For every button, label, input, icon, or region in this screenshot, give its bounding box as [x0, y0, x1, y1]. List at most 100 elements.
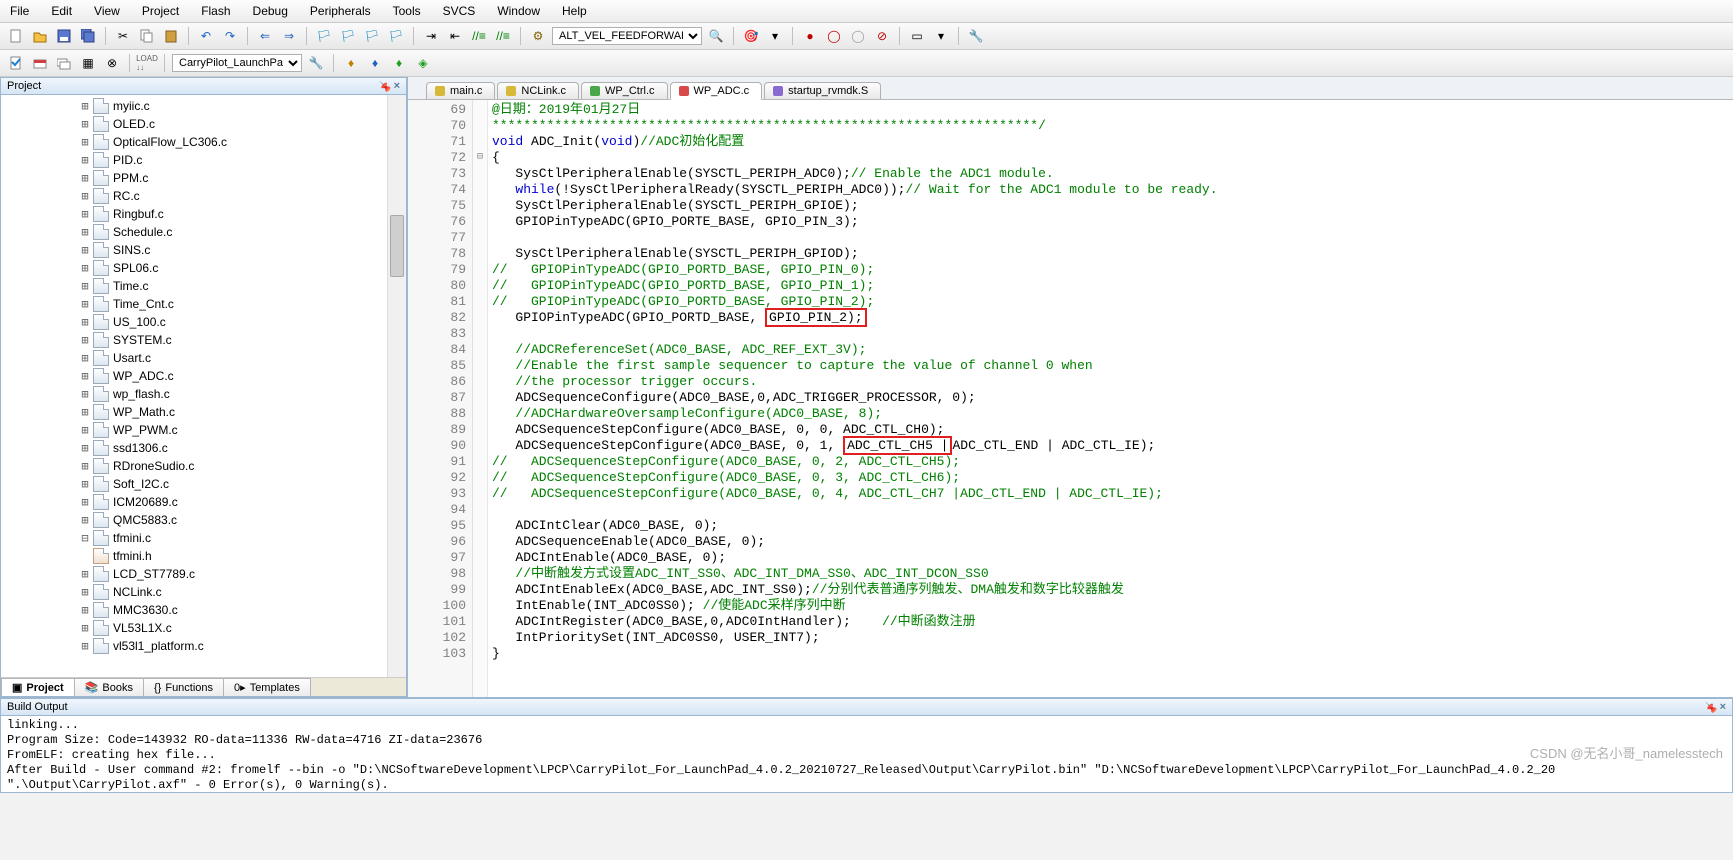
- code-line[interactable]: ADCSequenceStepConfigure(ADC0_BASE, 0, 1…: [492, 438, 1733, 454]
- expand-icon[interactable]: ⊞: [79, 567, 91, 581]
- expand-icon[interactable]: ⊞: [79, 477, 91, 491]
- window-dropdown-icon[interactable]: ▾: [931, 26, 951, 46]
- code-line[interactable]: // ADCSequenceStepConfigure(ADC0_BASE, 0…: [492, 470, 1733, 486]
- code-line[interactable]: ADCSequenceConfigure(ADC0_BASE,0,ADC_TRI…: [492, 390, 1733, 406]
- expand-icon[interactable]: ⊞: [79, 135, 91, 149]
- stop-build-icon[interactable]: ⊗: [102, 53, 122, 73]
- file-tab[interactable]: WP_Ctrl.c: [581, 82, 668, 99]
- window-icon[interactable]: ▭: [907, 26, 927, 46]
- expand-icon[interactable]: ⊞: [79, 603, 91, 617]
- code-line[interactable]: ADCSequenceEnable(ADC0_BASE, 0);: [492, 534, 1733, 550]
- tree-item[interactable]: ⊞LCD_ST7789.c: [1, 565, 387, 583]
- open-icon[interactable]: [30, 26, 50, 46]
- code-line[interactable]: SysCtlPeripheralEnable(SYSCTL_PERIPH_GPI…: [492, 246, 1733, 262]
- expand-icon[interactable]: ⊞: [79, 423, 91, 437]
- tree-item[interactable]: ⊞Soft_I2C.c: [1, 475, 387, 493]
- expand-icon[interactable]: ⊞: [79, 369, 91, 383]
- find-combo[interactable]: ALT_VEL_FEEDFORWARD: [552, 27, 702, 45]
- expand-icon[interactable]: ⊞: [79, 207, 91, 221]
- tree-item[interactable]: ⊞OpticalFlow_LC306.c: [1, 133, 387, 151]
- tree-item[interactable]: ⊞VL53L1X.c: [1, 619, 387, 637]
- code-line[interactable]: //the processor trigger occurs.: [492, 374, 1733, 390]
- expand-icon[interactable]: ⊞: [79, 261, 91, 275]
- tree-item[interactable]: ⊞RC.c: [1, 187, 387, 205]
- file-tab[interactable]: main.c: [426, 82, 495, 99]
- tree-item[interactable]: ⊞Schedule.c: [1, 223, 387, 241]
- code-line[interactable]: GPIOPinTypeADC(GPIO_PORTE_BASE, GPIO_PIN…: [492, 214, 1733, 230]
- paste-icon[interactable]: [161, 26, 181, 46]
- code-line[interactable]: // ADCSequenceStepConfigure(ADC0_BASE, 0…: [492, 454, 1733, 470]
- menu-file[interactable]: File: [6, 2, 33, 20]
- build-icon[interactable]: [30, 53, 50, 73]
- download-icon[interactable]: LOAD↓↓: [137, 53, 157, 73]
- expand-icon[interactable]: ⊞: [79, 351, 91, 365]
- expand-icon[interactable]: ⊞: [79, 279, 91, 293]
- tree-item[interactable]: ⊞Time.c: [1, 277, 387, 295]
- code-line[interactable]: [492, 502, 1733, 518]
- expand-icon[interactable]: ⊞: [79, 153, 91, 167]
- code-line[interactable]: // GPIOPinTypeADC(GPIO_PORTD_BASE, GPIO_…: [492, 262, 1733, 278]
- file-tab[interactable]: NCLink.c: [497, 82, 579, 99]
- target-combo[interactable]: CarryPilot_LaunchPad_V4: [172, 54, 302, 72]
- code-line[interactable]: GPIOPinTypeADC(GPIO_PORTD_BASE, GPIO_PIN…: [492, 310, 1733, 326]
- code-line[interactable]: // GPIOPinTypeADC(GPIO_PORTD_BASE, GPIO_…: [492, 278, 1733, 294]
- expand-icon[interactable]: ⊞: [79, 495, 91, 509]
- tree-scrollbar[interactable]: [387, 95, 406, 677]
- expand-icon[interactable]: ⊞: [79, 171, 91, 185]
- bookmark-clear-icon[interactable]: 🏳: [386, 26, 406, 46]
- translate-icon[interactable]: [6, 53, 26, 73]
- close-icon[interactable]: ×: [394, 80, 400, 92]
- tree-item[interactable]: ⊞WP_Math.c: [1, 403, 387, 421]
- tree-item[interactable]: ⊞Ringbuf.c: [1, 205, 387, 223]
- tree-item[interactable]: ⊞RDroneSudio.c: [1, 457, 387, 475]
- tree-item[interactable]: ⊞SINS.c: [1, 241, 387, 259]
- copy-icon[interactable]: [137, 26, 157, 46]
- outdent-icon[interactable]: ⇤: [445, 26, 465, 46]
- code-line[interactable]: ****************************************…: [492, 118, 1733, 134]
- tree-item[interactable]: ⊞SYSTEM.c: [1, 331, 387, 349]
- save-icon[interactable]: [54, 26, 74, 46]
- expand-icon[interactable]: ⊞: [79, 459, 91, 473]
- tree-item[interactable]: ⊞OLED.c: [1, 115, 387, 133]
- indent-icon[interactable]: ⇥: [421, 26, 441, 46]
- proj-tab-templates[interactable]: 0▸ Templates: [223, 678, 311, 696]
- code-line[interactable]: [492, 230, 1733, 246]
- project-tree[interactable]: ⊞myiic.c⊞OLED.c⊞OpticalFlow_LC306.c⊞PID.…: [1, 95, 387, 677]
- code-line[interactable]: IntEnable(INT_ADC0SS0); //使能ADC采样序列中断: [492, 598, 1733, 614]
- code-line[interactable]: ADCIntClear(ADC0_BASE, 0);: [492, 518, 1733, 534]
- expand-icon[interactable]: ⊞: [79, 387, 91, 401]
- code-line[interactable]: ADCIntRegister(ADC0_BASE,0,ADC0IntHandle…: [492, 614, 1733, 630]
- menu-svcs[interactable]: SVCS: [439, 2, 480, 20]
- menu-tools[interactable]: Tools: [389, 2, 425, 20]
- expand-icon[interactable]: ⊞: [79, 315, 91, 329]
- code-line[interactable]: {: [492, 150, 1733, 166]
- expand-icon[interactable]: ⊞: [79, 405, 91, 419]
- undo-icon[interactable]: ↶: [196, 26, 216, 46]
- redo-icon[interactable]: ↷: [220, 26, 240, 46]
- macro-icon[interactable]: ⚙: [528, 26, 548, 46]
- code-line[interactable]: IntPrioritySet(INT_ADC0SS0, USER_INT7);: [492, 630, 1733, 646]
- expand-icon[interactable]: ⊞: [79, 297, 91, 311]
- tree-item[interactable]: ⊞wp_flash.c: [1, 385, 387, 403]
- collapse-icon[interactable]: ⊟: [79, 531, 91, 545]
- close-icon[interactable]: ×: [1720, 701, 1726, 713]
- menu-flash[interactable]: Flash: [197, 2, 234, 20]
- tree-item[interactable]: ⊞myiic.c: [1, 97, 387, 115]
- debug-dropdown-icon[interactable]: ▾: [765, 26, 785, 46]
- expand-icon[interactable]: ⊞: [79, 189, 91, 203]
- file-ext-icon[interactable]: ♦: [365, 53, 385, 73]
- expand-icon[interactable]: ⊞: [79, 621, 91, 635]
- fold-toggle-icon[interactable]: ⊟: [473, 150, 487, 166]
- manage-icon[interactable]: ♦: [341, 53, 361, 73]
- nav-fwd-icon[interactable]: ⇒: [279, 26, 299, 46]
- code-line[interactable]: SysCtlPeripheralEnable(SYSCTL_PERIPH_GPI…: [492, 198, 1733, 214]
- code-line[interactable]: // ADCSequenceStepConfigure(ADC0_BASE, 0…: [492, 486, 1733, 502]
- bookmark-toggle-icon[interactable]: 🏳: [314, 26, 334, 46]
- code-line[interactable]: //ADCReferenceSet(ADC0_BASE, ADC_REF_EXT…: [492, 342, 1733, 358]
- code-line[interactable]: ADCIntEnableEx(ADC0_BASE,ADC_INT_SS0);//…: [492, 582, 1733, 598]
- tree-item[interactable]: ⊞PPM.c: [1, 169, 387, 187]
- code-line[interactable]: [492, 326, 1733, 342]
- menu-window[interactable]: Window: [493, 2, 544, 20]
- code-line[interactable]: void ADC_Init(void)//ADC初始化配置: [492, 134, 1733, 150]
- code-line[interactable]: //Enable the first sample sequencer to c…: [492, 358, 1733, 374]
